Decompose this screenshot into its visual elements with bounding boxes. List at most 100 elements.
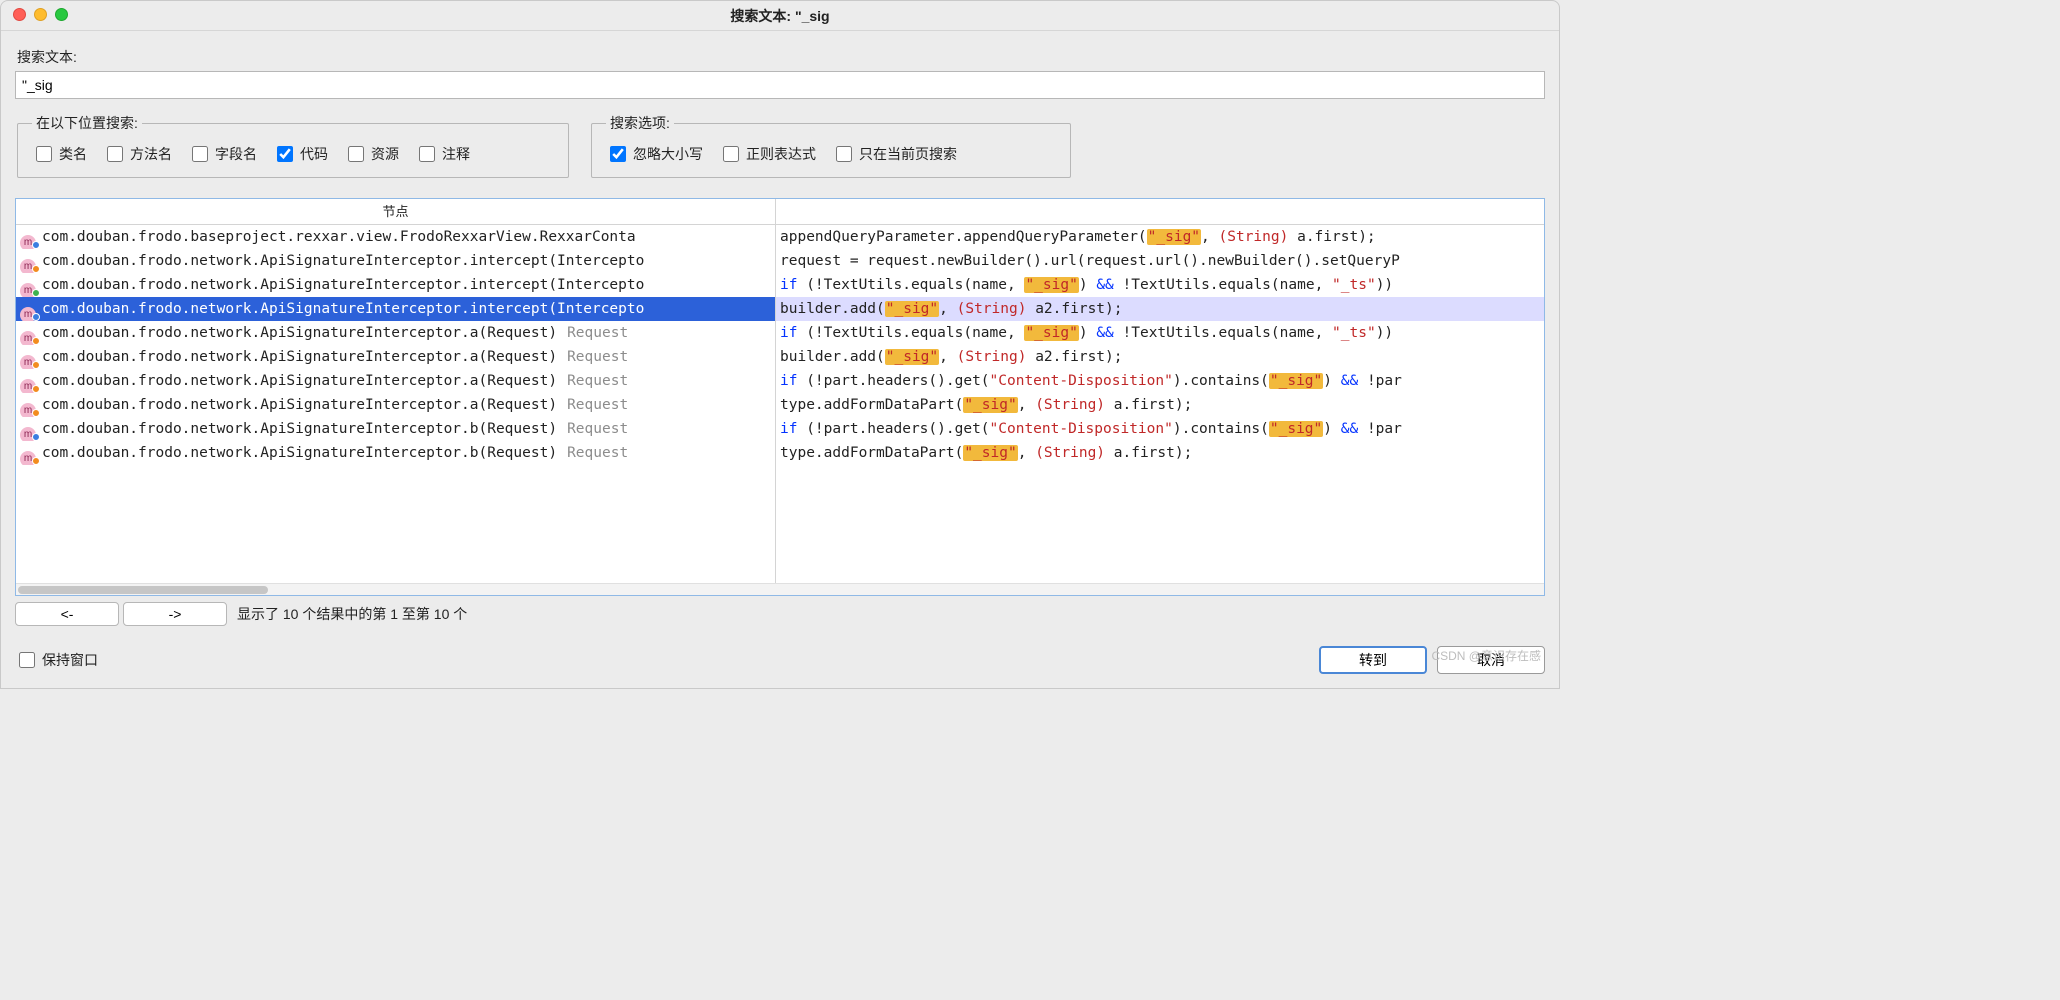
scope-checkbox-2[interactable]: 字段名 bbox=[188, 143, 257, 165]
results-panel: 节点 mcom.douban.frodo.baseproject.rexxar.… bbox=[15, 198, 1545, 596]
scope-input-1[interactable] bbox=[107, 146, 123, 162]
goto-button[interactable]: 转到 bbox=[1319, 646, 1427, 674]
code-line[interactable]: builder.add("_sig", (String) a2.first); bbox=[776, 297, 1544, 321]
result-return-type: Request bbox=[567, 373, 628, 389]
scope-checkbox-0[interactable]: 类名 bbox=[32, 143, 87, 165]
scope-input-4[interactable] bbox=[348, 146, 364, 162]
scope-label-3: 代码 bbox=[300, 144, 328, 164]
option-checkbox-1[interactable]: 正则表达式 bbox=[719, 143, 816, 165]
scope-input-0[interactable] bbox=[36, 146, 52, 162]
search-options-group: 搜索选项: 忽略大小写正则表达式只在当前页搜索 bbox=[591, 113, 1071, 178]
result-path: com.douban.frodo.network.ApiSignatureInt… bbox=[42, 421, 557, 437]
scope-checkbox-1[interactable]: 方法名 bbox=[103, 143, 172, 165]
result-row[interactable]: mcom.douban.frodo.network.ApiSignatureIn… bbox=[16, 321, 775, 345]
option-label-2: 只在当前页搜索 bbox=[859, 144, 957, 164]
code-line[interactable]: appendQueryParameter.appendQueryParamete… bbox=[776, 225, 1544, 249]
result-row[interactable]: mcom.douban.frodo.network.ApiSignatureIn… bbox=[16, 393, 775, 417]
cancel-button[interactable]: 取消 bbox=[1437, 646, 1545, 674]
keep-window-checkbox[interactable]: 保持窗口 bbox=[15, 649, 98, 671]
result-path: com.douban.frodo.network.ApiSignatureInt… bbox=[42, 301, 644, 317]
result-return-type: Request bbox=[567, 445, 628, 461]
option-label-0: 忽略大小写 bbox=[633, 144, 703, 164]
result-path: com.douban.frodo.network.ApiSignatureInt… bbox=[42, 445, 557, 461]
scope-label-5: 注释 bbox=[442, 144, 470, 164]
option-label-1: 正则表达式 bbox=[746, 144, 816, 164]
code-line[interactable]: type.addFormDataPart("_sig", (String) a.… bbox=[776, 441, 1544, 465]
method-icon: m bbox=[20, 325, 38, 343]
option-checkbox-2[interactable]: 只在当前页搜索 bbox=[832, 143, 957, 165]
method-icon: m bbox=[20, 349, 38, 367]
scrollbar-thumb[interactable] bbox=[18, 586, 268, 594]
result-row[interactable]: mcom.douban.frodo.network.ApiSignatureIn… bbox=[16, 345, 775, 369]
method-icon: m bbox=[20, 277, 38, 295]
method-icon: m bbox=[20, 301, 38, 319]
scope-label-2: 字段名 bbox=[215, 144, 257, 164]
result-row[interactable]: mcom.douban.frodo.network.ApiSignatureIn… bbox=[16, 297, 775, 321]
close-icon[interactable] bbox=[13, 8, 26, 21]
scope-label-4: 资源 bbox=[371, 144, 399, 164]
result-row[interactable]: mcom.douban.frodo.network.ApiSignatureIn… bbox=[16, 441, 775, 465]
search-label: 搜索文本: bbox=[17, 47, 1545, 67]
window-title: 搜索文本: "_sig bbox=[730, 6, 829, 26]
column-header-code bbox=[776, 199, 1544, 225]
prev-button[interactable]: <- bbox=[15, 602, 119, 626]
maximize-icon[interactable] bbox=[55, 8, 68, 21]
code-line[interactable]: if (!TextUtils.equals(name, "_sig") && !… bbox=[776, 321, 1544, 345]
result-path: com.douban.frodo.network.ApiSignatureInt… bbox=[42, 349, 557, 365]
keep-window-input[interactable] bbox=[19, 652, 35, 668]
code-line[interactable]: builder.add("_sig", (String) a2.first); bbox=[776, 345, 1544, 369]
result-path: com.douban.frodo.network.ApiSignatureInt… bbox=[42, 277, 644, 293]
option-input-0[interactable] bbox=[610, 146, 626, 162]
scope-checkbox-3[interactable]: 代码 bbox=[273, 143, 328, 165]
result-path: com.douban.frodo.baseproject.rexxar.view… bbox=[42, 229, 636, 245]
next-button[interactable]: -> bbox=[123, 602, 227, 626]
option-input-2[interactable] bbox=[836, 146, 852, 162]
method-icon: m bbox=[20, 397, 38, 415]
result-return-type: Request bbox=[567, 349, 628, 365]
scope-input-2[interactable] bbox=[192, 146, 208, 162]
keep-window-label: 保持窗口 bbox=[42, 650, 98, 670]
result-return-type: Request bbox=[567, 421, 628, 437]
option-checkbox-0[interactable]: 忽略大小写 bbox=[606, 143, 703, 165]
code-line[interactable]: if (!part.headers().get("Content-Disposi… bbox=[776, 369, 1544, 393]
result-path: com.douban.frodo.network.ApiSignatureInt… bbox=[42, 373, 557, 389]
results-right-column: appendQueryParameter.appendQueryParamete… bbox=[776, 199, 1544, 583]
code-line[interactable]: request = request.newBuilder().url(reque… bbox=[776, 249, 1544, 273]
footer: 保持窗口 转到 取消 bbox=[1, 636, 1559, 688]
method-icon: m bbox=[20, 421, 38, 439]
result-path: com.douban.frodo.network.ApiSignatureInt… bbox=[42, 253, 644, 269]
column-header-node: 节点 bbox=[16, 199, 775, 225]
result-return-type: Request bbox=[567, 397, 628, 413]
result-path: com.douban.frodo.network.ApiSignatureInt… bbox=[42, 325, 557, 341]
method-icon: m bbox=[20, 253, 38, 271]
horizontal-scrollbar[interactable] bbox=[16, 583, 1544, 595]
scope-input-5[interactable] bbox=[419, 146, 435, 162]
scope-legend: 在以下位置搜索: bbox=[32, 113, 142, 133]
code-line[interactable]: if (!TextUtils.equals(name, "_sig") && !… bbox=[776, 273, 1544, 297]
code-line[interactable]: if (!part.headers().get("Content-Disposi… bbox=[776, 417, 1544, 441]
result-row[interactable]: mcom.douban.frodo.network.ApiSignatureIn… bbox=[16, 417, 775, 441]
pager: <- -> 显示了 10 个结果中的第 1 至第 10 个 bbox=[15, 602, 1545, 626]
results-left-column: 节点 mcom.douban.frodo.baseproject.rexxar.… bbox=[16, 199, 776, 583]
result-row[interactable]: mcom.douban.frodo.baseproject.rexxar.vie… bbox=[16, 225, 775, 249]
titlebar: 搜索文本: "_sig bbox=[1, 1, 1559, 31]
method-icon: m bbox=[20, 229, 38, 247]
result-row[interactable]: mcom.douban.frodo.network.ApiSignatureIn… bbox=[16, 369, 775, 393]
scope-label-1: 方法名 bbox=[130, 144, 172, 164]
result-row[interactable]: mcom.douban.frodo.network.ApiSignatureIn… bbox=[16, 249, 775, 273]
search-scope-group: 在以下位置搜索: 类名 方法名 字段名 代码 资源 注释 bbox=[17, 113, 569, 178]
code-line[interactable]: type.addFormDataPart("_sig", (String) a.… bbox=[776, 393, 1544, 417]
search-input[interactable] bbox=[15, 71, 1545, 99]
result-return-type: Request bbox=[567, 325, 628, 341]
scope-checkbox-5[interactable]: 注释 bbox=[415, 143, 470, 165]
method-icon: m bbox=[20, 373, 38, 391]
result-path: com.douban.frodo.network.ApiSignatureInt… bbox=[42, 397, 557, 413]
option-input-1[interactable] bbox=[723, 146, 739, 162]
result-row[interactable]: mcom.douban.frodo.network.ApiSignatureIn… bbox=[16, 273, 775, 297]
minimize-icon[interactable] bbox=[34, 8, 47, 21]
scope-input-3[interactable] bbox=[277, 146, 293, 162]
scope-checkbox-4[interactable]: 资源 bbox=[344, 143, 399, 165]
scope-label-0: 类名 bbox=[59, 144, 87, 164]
window-controls bbox=[13, 8, 68, 21]
pager-status: 显示了 10 个结果中的第 1 至第 10 个 bbox=[237, 604, 467, 624]
